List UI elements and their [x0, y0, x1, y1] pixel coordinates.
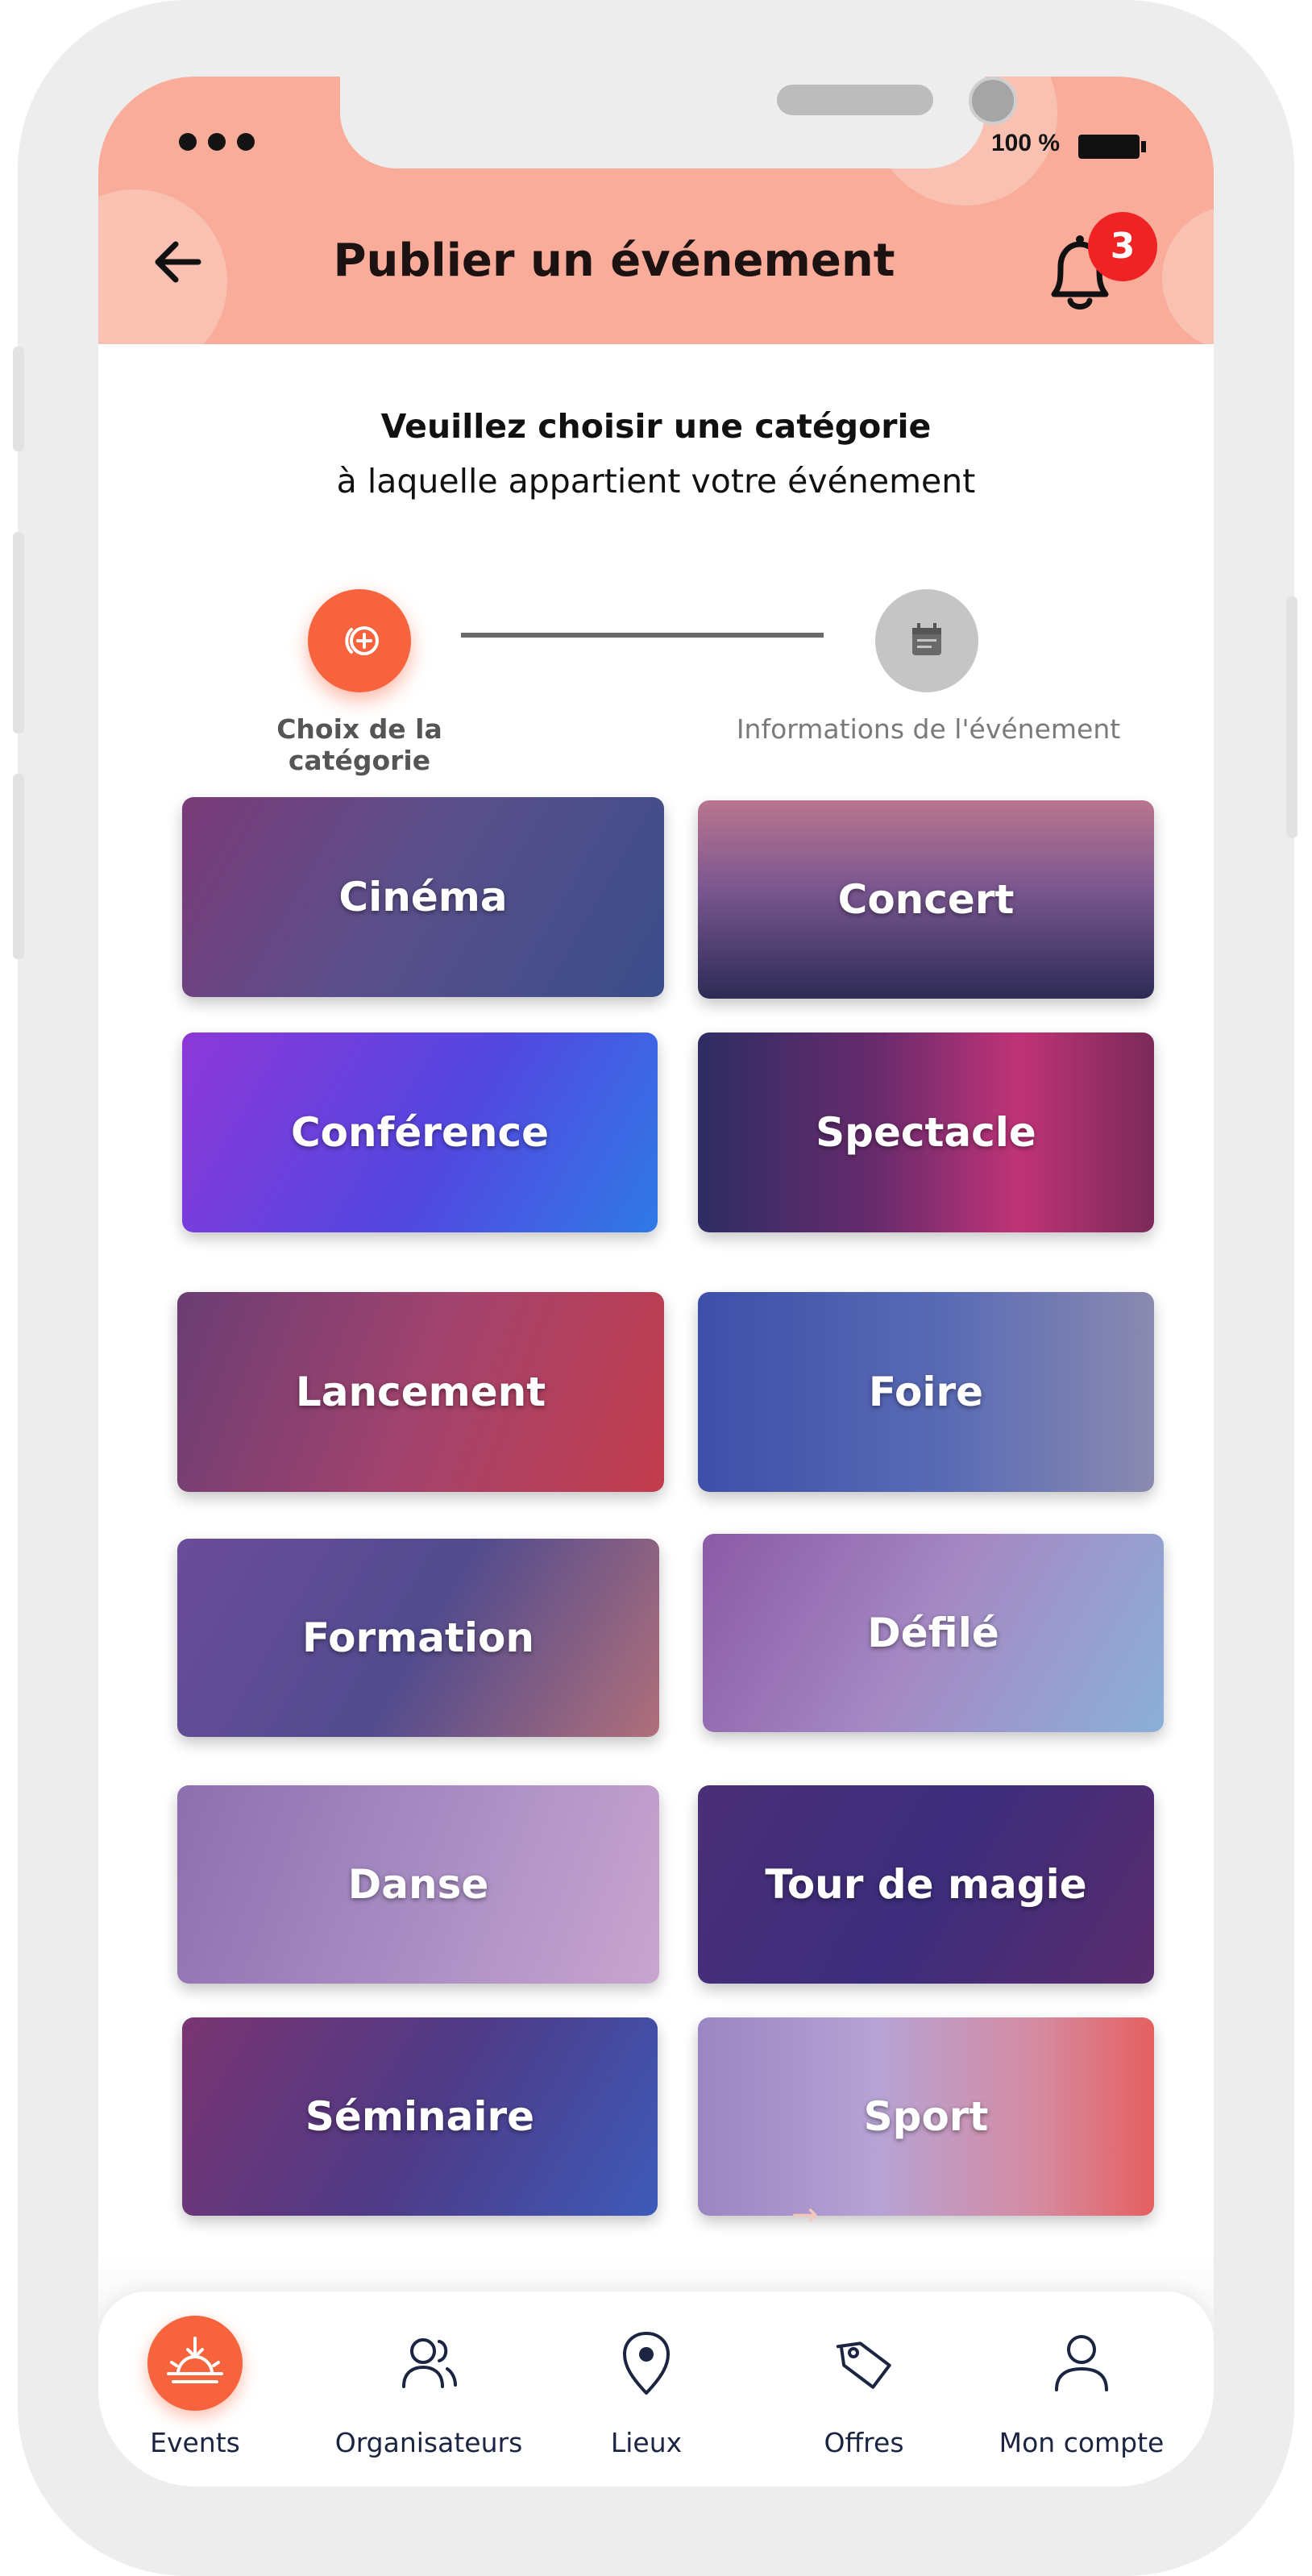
- category-card-seminaire[interactable]: Séminaire: [182, 2017, 658, 2216]
- category-card-defile[interactable]: Défilé: [703, 1534, 1164, 1732]
- phone-side-button: [1286, 596, 1297, 838]
- notification-badge: 3: [1088, 212, 1157, 281]
- location-pin-icon: [599, 2316, 694, 2411]
- category-label: Formation: [302, 1614, 534, 1661]
- battery-percent: 100 %: [991, 130, 1061, 156]
- users-icon: [381, 2316, 476, 2411]
- category-card-conference[interactable]: Conférence: [182, 1032, 658, 1232]
- tab-offres[interactable]: Offres: [783, 2291, 945, 2487]
- category-label: Lancement: [295, 1369, 546, 1415]
- category-label: Conférence: [290, 1109, 550, 1156]
- arrow-left-icon: [155, 241, 201, 283]
- back-button[interactable]: [147, 230, 211, 294]
- phone-side-button: [13, 347, 24, 451]
- category-card-lancement[interactable]: Lancement: [177, 1292, 664, 1492]
- category-card-danse[interactable]: Danse: [177, 1785, 659, 1984]
- phone-side-button: [13, 774, 24, 959]
- tab-mon-compte[interactable]: Mon compte: [977, 2291, 1186, 2487]
- phone-side-button: [13, 532, 24, 733]
- sunrise-icon: [147, 2316, 243, 2411]
- category-card-sport[interactable]: Sport: [698, 2017, 1154, 2216]
- category-card-tour-de-magie[interactable]: Tour de magie: [698, 1785, 1154, 1984]
- tab-label: Offres: [824, 2427, 904, 2458]
- bottom-tab-bar: Events Organisateurs Lieux Offres Mon co…: [98, 2291, 1214, 2487]
- category-label: Danse: [347, 1861, 489, 1908]
- step-2-label: Informations de l'événement: [736, 713, 1121, 745]
- phone-speaker: [777, 85, 933, 115]
- tab-label: Lieux: [610, 2427, 683, 2458]
- battery-icon: [1078, 135, 1146, 159]
- category-label: Foire: [868, 1369, 984, 1415]
- phone-camera: [969, 77, 1017, 125]
- user-icon: [1034, 2316, 1129, 2411]
- instruction-title: Veuillez choisir une catégorie: [380, 407, 932, 446]
- category-card-foire[interactable]: Foire: [698, 1292, 1154, 1492]
- header-decoration: [1162, 206, 1214, 344]
- tab-events[interactable]: Events: [106, 2291, 284, 2487]
- category-label: Spectacle: [816, 1109, 1036, 1156]
- phone-notch: [340, 77, 1017, 168]
- tab-lieux[interactable]: Lieux: [566, 2291, 727, 2487]
- page-title: Publier un événement: [333, 235, 895, 287]
- app-screen: 100 % Publier un événement 3 Veuillez ch…: [98, 77, 1214, 2487]
- stepper-connector: [461, 633, 824, 638]
- category-label: Défilé: [867, 1610, 999, 1656]
- category-label: Cinéma: [338, 874, 508, 920]
- category-card-cinema[interactable]: Cinéma: [182, 797, 664, 997]
- add-circle-icon: [345, 626, 379, 655]
- signal-dots: [179, 133, 255, 151]
- tab-organisateurs[interactable]: Organisateurs: [308, 2291, 550, 2487]
- step-1-indicator: [308, 589, 411, 692]
- category-label: Tour de magie: [765, 1861, 1087, 1908]
- step-2-indicator: [875, 589, 978, 692]
- scroll-arrow-icon: →: [791, 2196, 819, 2233]
- category-label: Sport: [863, 2093, 989, 2140]
- tab-label: Organisateurs: [334, 2427, 523, 2458]
- category-label: Séminaire: [305, 2093, 535, 2140]
- calendar-icon: [912, 623, 941, 655]
- category-card-spectacle[interactable]: Spectacle: [698, 1032, 1154, 1232]
- category-card-formation[interactable]: Formation: [177, 1539, 659, 1737]
- category-card-concert[interactable]: Concert: [698, 800, 1154, 999]
- tab-label: Mon compte: [999, 2427, 1165, 2458]
- step-1-label: Choix de la catégorie: [276, 713, 442, 776]
- category-label: Concert: [837, 876, 1015, 923]
- header: 100 % Publier un événement: [98, 77, 1214, 344]
- tag-icon: [816, 2316, 911, 2411]
- tab-label: Events: [150, 2427, 240, 2458]
- instruction-subtitle: à laquelle appartient votre événement: [336, 462, 976, 501]
